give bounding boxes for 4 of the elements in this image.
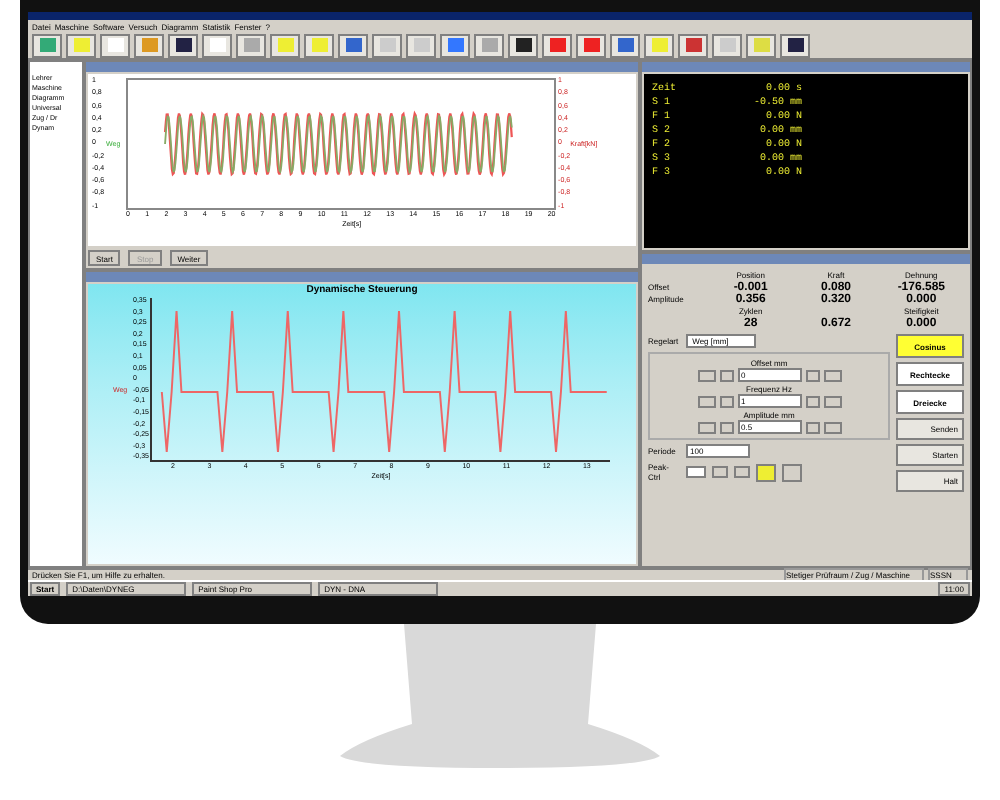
toolbar-button[interactable] [168,33,198,57]
toolbar-button[interactable] [508,33,538,57]
input-field[interactable] [686,466,706,478]
toolbar-button[interactable] [780,33,810,57]
